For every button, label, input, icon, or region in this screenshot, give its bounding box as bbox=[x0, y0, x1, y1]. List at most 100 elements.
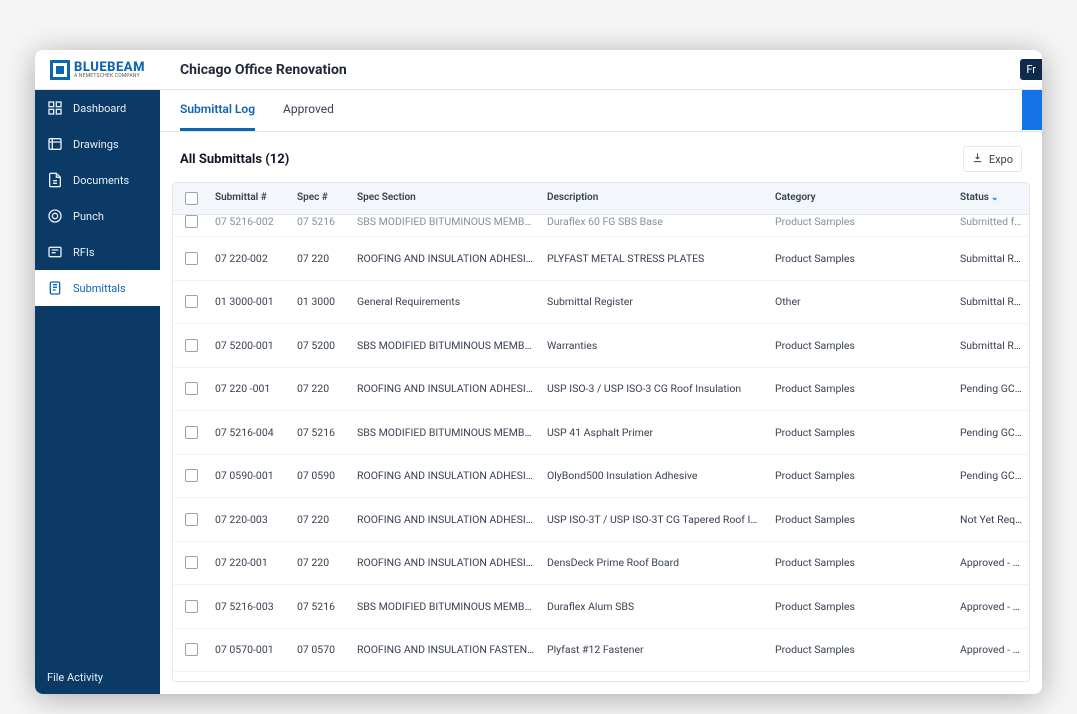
topbar: BLUEBEAM A NEMETSCHEK COMPANY Chicago Of… bbox=[35, 50, 1042, 90]
cell-description: OlyBond500 Insulation Adhesive bbox=[541, 460, 769, 491]
header-right-button[interactable]: Fr bbox=[1020, 59, 1042, 80]
cell-category: Product Samples bbox=[769, 460, 954, 491]
cell-spec: 07 220 bbox=[291, 547, 351, 578]
drawings-icon bbox=[47, 136, 63, 152]
cell-category: Product Samples bbox=[769, 504, 954, 535]
row-checkbox[interactable] bbox=[185, 295, 198, 308]
cell-submittal: 07 220-001 bbox=[209, 547, 291, 578]
cell-section: ROOFING AND INSULATION ADHESIV... bbox=[351, 460, 541, 491]
table-row[interactable]: 01 3000-00101 3000General RequirementsSu… bbox=[173, 281, 1029, 325]
page-title: Chicago Office Renovation bbox=[160, 62, 347, 78]
cell-description: Plyfast #12 Fastener bbox=[541, 634, 769, 665]
table-row[interactable]: 07 220-00307 220ROOFING AND INSULATION A… bbox=[173, 498, 1029, 542]
sidebar-item-label: Drawings bbox=[73, 138, 119, 151]
cell-section: SBS MODIFIED BITUMINOUS MEMBR... bbox=[351, 330, 541, 361]
sidebar-item-drawings[interactable]: Drawings bbox=[35, 126, 160, 162]
cell-description: USP ISO-3 / USP ISO-3 CG Roof Insulation bbox=[541, 373, 769, 404]
row-checkbox[interactable] bbox=[185, 426, 198, 439]
row-checkbox[interactable] bbox=[185, 643, 198, 656]
export-button[interactable]: Expo bbox=[963, 146, 1022, 172]
cell-submittal: 07 0570-001 bbox=[209, 634, 291, 665]
table-row[interactable]: 07 0570-00107 0570ROOFING AND INSULATION… bbox=[173, 629, 1029, 673]
cell-section: ROOFING AND INSULATION ADHESIV... bbox=[351, 243, 541, 274]
cell-spec: 07 5216 bbox=[291, 417, 351, 448]
sidebar-item-submittals[interactable]: Submittals bbox=[35, 270, 161, 306]
submittals-table: Submittal # Spec # Spec Section Descript… bbox=[172, 182, 1030, 682]
row-checkbox[interactable] bbox=[185, 513, 198, 526]
sidebar-item-label: Dashboard bbox=[73, 102, 126, 115]
sidebar-item-punch[interactable]: Punch bbox=[35, 198, 160, 234]
table-row[interactable]: 07 5200-00107 5200SBS MODIFIED BITUMINOU… bbox=[173, 324, 1029, 368]
cell-description: Duraflex 60 FG SBS Base bbox=[541, 215, 769, 237]
export-label: Expo bbox=[989, 153, 1013, 166]
cell-category: Product Samples bbox=[769, 634, 954, 665]
cell-status: Pending GC Appro bbox=[954, 460, 1029, 491]
cell-submittal: 07 0590-001 bbox=[209, 460, 291, 491]
cell-status: Not Yet Requeste bbox=[954, 504, 1029, 535]
row-checkbox[interactable] bbox=[185, 252, 198, 265]
table-header: Submittal # Spec # Spec Section Descript… bbox=[173, 183, 1029, 215]
col-submittal[interactable]: Submittal # bbox=[209, 183, 291, 214]
table-row[interactable]: 07 220-00107 220ROOFING AND INSULATION A… bbox=[173, 542, 1029, 586]
table-row[interactable]: 07 220-00207 220ROOFING AND INSULATION A… bbox=[173, 237, 1029, 281]
sidebar-item-documents[interactable]: Documents bbox=[35, 162, 160, 198]
chevron-down-icon: ⌄ bbox=[991, 193, 999, 203]
punch-icon bbox=[47, 208, 63, 224]
cell-category: Product Samples bbox=[769, 243, 954, 274]
cell-section: ROOFING AND INSULATION ADHESIV... bbox=[351, 547, 541, 578]
cell-category: Product Samples bbox=[769, 547, 954, 578]
cell-status: Pending GC Appro bbox=[954, 417, 1029, 448]
col-status[interactable]: Status⌄ bbox=[954, 183, 1029, 214]
table-row[interactable]: 07 5216-00407 5216SBS MODIFIED BITUMINOU… bbox=[173, 411, 1029, 455]
col-spec[interactable]: Spec # bbox=[291, 183, 351, 214]
cell-status: Submittal Reques bbox=[954, 330, 1029, 361]
table-row[interactable]: 07 220 -00107 220ROOFING AND INSULATION … bbox=[173, 368, 1029, 412]
cell-status: Pending GC Appro bbox=[954, 373, 1029, 404]
logo[interactable]: BLUEBEAM A NEMETSCHEK COMPANY bbox=[50, 60, 145, 80]
col-desc[interactable]: Description bbox=[541, 183, 769, 214]
cell-category: Other bbox=[769, 286, 954, 317]
list-title: All Submittals (12) bbox=[180, 152, 289, 167]
cell-category: Product Samples bbox=[769, 373, 954, 404]
row-checkbox[interactable] bbox=[185, 382, 198, 395]
row-checkbox[interactable] bbox=[185, 600, 198, 613]
cell-submittal: 07 220 -001 bbox=[209, 373, 291, 404]
cell-section: SBS MODIFIED BITUMINOUS MEMBR... bbox=[351, 417, 541, 448]
cell-description: PLYFAST METAL STRESS PLATES bbox=[541, 243, 769, 274]
cell-status: Submittal Reques bbox=[954, 286, 1029, 317]
cell-section: General Requirements bbox=[351, 286, 541, 317]
cell-submittal: 07 220-003 bbox=[209, 504, 291, 535]
cell-status: Submitted for De... bbox=[954, 215, 1029, 237]
cell-description: USP ISO-3T / USP ISO-3T CG Tapered Roof … bbox=[541, 504, 769, 535]
sidebar-item-dashboard[interactable]: Dashboard bbox=[35, 90, 160, 126]
cell-description: Duraflex Alum SBS bbox=[541, 591, 769, 622]
cell-spec: 07 220 bbox=[291, 243, 351, 274]
tab-submittal-log[interactable]: Submittal Log bbox=[180, 90, 255, 131]
cell-spec: 07 5200 bbox=[291, 330, 351, 361]
table-row[interactable]: 07 5216-00307 5216SBS MODIFIED BITUMINOU… bbox=[173, 585, 1029, 629]
cell-spec: 07 5216 bbox=[291, 591, 351, 622]
cell-spec: 01 3000 bbox=[291, 286, 351, 317]
row-checkbox[interactable] bbox=[185, 215, 198, 228]
col-section[interactable]: Spec Section bbox=[351, 183, 541, 214]
cell-status: Approved - No Ex bbox=[954, 591, 1029, 622]
sidebar-footer[interactable]: File Activity bbox=[35, 661, 160, 694]
app-window: BLUEBEAM A NEMETSCHEK COMPANY Chicago Of… bbox=[35, 50, 1042, 694]
row-checkbox[interactable] bbox=[185, 556, 198, 569]
cell-submittal: 07 220-002 bbox=[209, 243, 291, 274]
cell-submittal: 07 5200-001 bbox=[209, 330, 291, 361]
sidebar-item-rfis[interactable]: RFIs bbox=[35, 234, 160, 270]
select-all-checkbox[interactable] bbox=[185, 192, 198, 205]
logo-mark-icon bbox=[50, 60, 70, 80]
sidebar-item-label: Submittals bbox=[73, 282, 126, 295]
table-row[interactable]: 07 0590-00107 0590ROOFING AND INSULATION… bbox=[173, 455, 1029, 499]
table-row[interactable]: 07 5216-00207 5216SBS MODIFIED BITUMINOU… bbox=[173, 215, 1029, 237]
col-category[interactable]: Category bbox=[769, 183, 954, 214]
row-checkbox[interactable] bbox=[185, 339, 198, 352]
logo-tagline: A NEMETSCHEK COMPANY bbox=[74, 73, 145, 79]
cell-spec: 07 220 bbox=[291, 373, 351, 404]
documents-icon bbox=[47, 172, 63, 188]
tab-approved[interactable]: Approved bbox=[283, 90, 334, 131]
primary-action-button[interactable] bbox=[1022, 90, 1042, 130]
row-checkbox[interactable] bbox=[185, 469, 198, 482]
